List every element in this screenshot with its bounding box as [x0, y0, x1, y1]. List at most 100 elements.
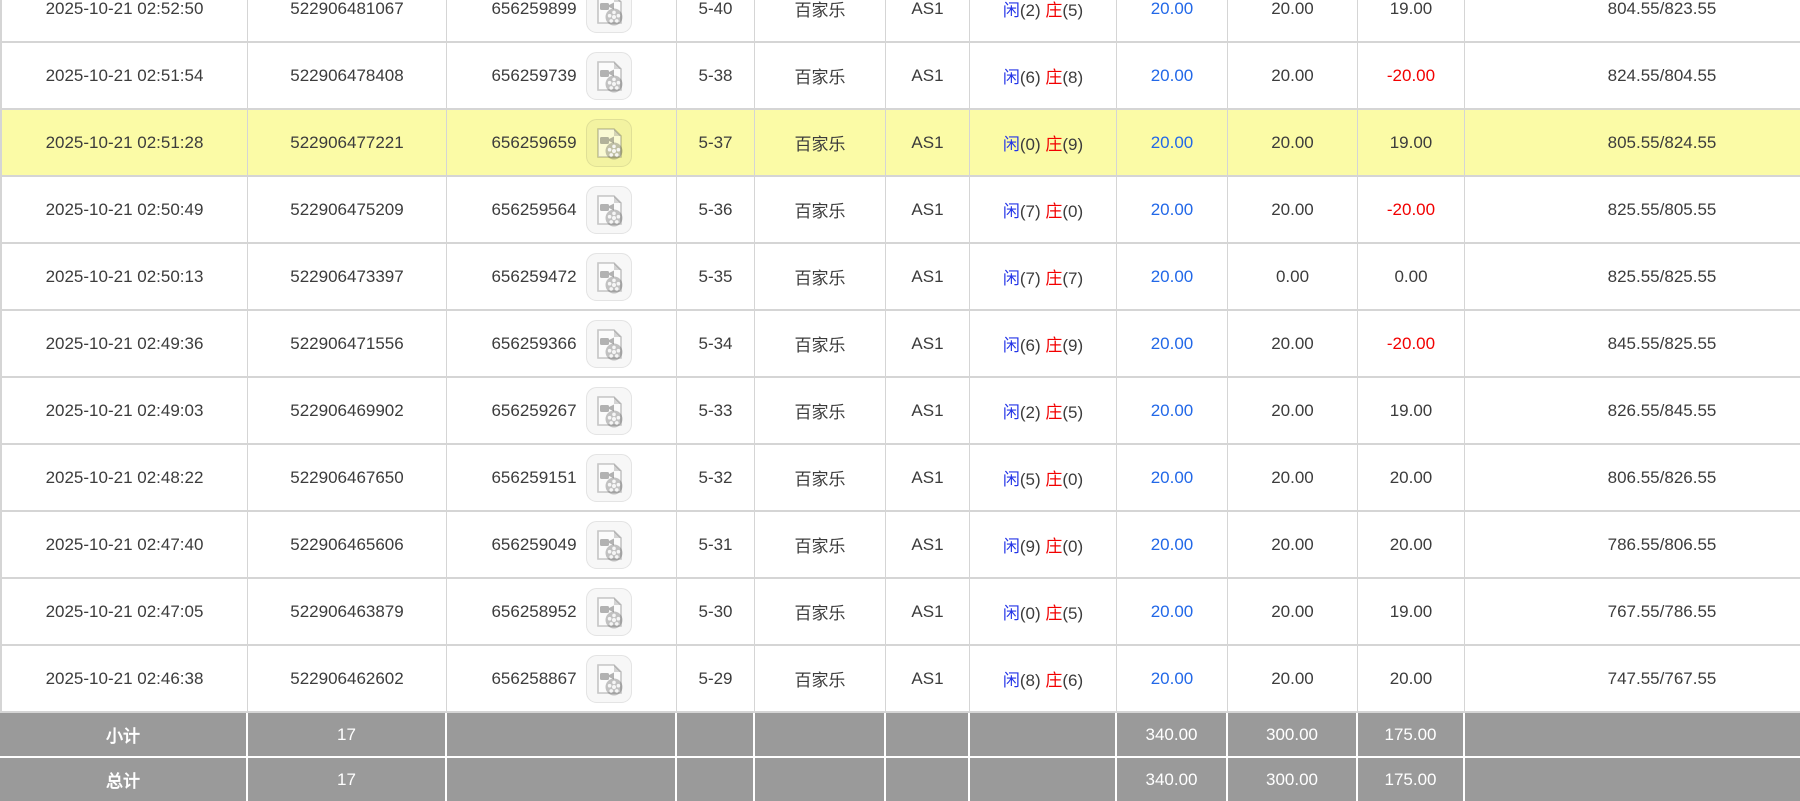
game-name-cell: 百家乐 — [755, 177, 886, 244]
game-name-cell: 百家乐 — [755, 43, 886, 110]
balance-text: 845.55/825.55 — [1607, 333, 1717, 353]
platform-cell: AS1 — [886, 177, 970, 244]
platform-text: AS1 — [911, 668, 944, 688]
time-cell: 2025-10-21 02:49:03 — [0, 378, 248, 445]
round-id-text: 656259366 — [491, 333, 577, 353]
result-cell: 闲(8) 庄(6) — [970, 646, 1117, 713]
platform-cell: AS1 — [886, 445, 970, 512]
order-id-text: 522906463879 — [290, 601, 404, 621]
win-loss-cell: 20.00 — [1358, 445, 1465, 512]
balance-text: 824.55/804.55 — [1607, 65, 1717, 85]
bet-amount-text: 20.00 — [1150, 467, 1194, 487]
bet-record-row[interactable]: 2025-10-21 02:51:54 522906478408 656259739… — [0, 43, 1800, 110]
win-loss-text: 20.00 — [1389, 668, 1433, 688]
video-replay-button[interactable] — [585, 386, 632, 435]
valid-amount-text: 0.00 — [1275, 266, 1310, 286]
video-file-icon — [585, 319, 632, 368]
bet-record-row[interactable]: 2025-10-21 02:47:05 522906463879 656258952… — [0, 579, 1800, 646]
bet-amount-cell: 20.00 — [1117, 311, 1228, 378]
video-replay-button[interactable] — [585, 520, 632, 569]
banker-result-label: 庄 — [1045, 336, 1063, 355]
summary-label-cell: 小计 — [0, 713, 248, 758]
bet-amount-cell: 20.00 — [1117, 0, 1228, 43]
banker-result-points: (0) — [1062, 470, 1084, 489]
video-replay-button[interactable] — [585, 51, 632, 100]
summary-label-text: 小计 — [106, 727, 140, 746]
round-id-cell: 656259366 — [447, 311, 677, 378]
video-replay-button[interactable] — [585, 587, 632, 636]
order-id-cell: 522906471556 — [248, 311, 447, 378]
bet-record-row[interactable]: 2025-10-21 02:48:22 522906467650 656259151… — [0, 445, 1800, 512]
bet-amount-cell: 20.00 — [1117, 110, 1228, 177]
platform-text: AS1 — [911, 266, 944, 286]
bet-record-row[interactable]: 2025-10-21 02:46:38 522906462602 656258867… — [0, 646, 1800, 713]
video-replay-button[interactable] — [585, 185, 632, 234]
table-number-cell: 5-40 — [677, 0, 755, 43]
video-replay-button[interactable] — [585, 0, 632, 33]
order-id-text: 522906473397 — [290, 266, 404, 286]
table-number-text: 5-30 — [698, 601, 733, 621]
round-id-text: 656259659 — [491, 132, 577, 152]
round-id-cell: 656258952 — [447, 579, 677, 646]
balance-text: 747.55/767.55 — [1607, 668, 1717, 688]
table-number-cell: 5-30 — [677, 579, 755, 646]
win-loss-cell: 19.00 — [1358, 0, 1465, 43]
table-number-cell: 5-31 — [677, 512, 755, 579]
round-id-cell: 656258867 — [447, 646, 677, 713]
player-result-label: 闲 — [1002, 336, 1020, 355]
bet-record-row[interactable]: 2025-10-21 02:49:03 522906469902 656259267… — [0, 378, 1800, 445]
valid-amount-cell: 20.00 — [1228, 43, 1358, 110]
summary-count-text: 17 — [337, 769, 356, 789]
bet-record-row[interactable]: 2025-10-21 02:50:13 522906473397 656259472… — [0, 244, 1800, 311]
valid-amount-text: 20.00 — [1271, 199, 1314, 219]
player-result-points: (5) — [1019, 470, 1041, 489]
player-result-points: (6) — [1019, 336, 1041, 355]
bet-record-row[interactable]: 2025-10-21 02:52:50 522906481067 656259899… — [0, 0, 1800, 43]
balance-text: 805.55/824.55 — [1607, 132, 1717, 152]
win-loss-cell: -20.00 — [1358, 311, 1465, 378]
table-number-cell: 5-32 — [677, 445, 755, 512]
bet-record-row[interactable]: 2025-10-21 02:49:36 522906471556 656259366… — [0, 311, 1800, 378]
player-result-points: (6) — [1019, 68, 1041, 87]
video-replay-button[interactable] — [585, 118, 632, 167]
bet-record-row[interactable]: 2025-10-21 02:50:49 522906475209 656259564… — [0, 177, 1800, 244]
player-result-points: (2) — [1019, 1, 1041, 20]
round-id-text: 656259564 — [491, 199, 577, 219]
player-result-points: (7) — [1019, 202, 1041, 221]
subtotal-row: 小计 17 340.00 300.00 175.00 — [0, 713, 1800, 758]
player-result-label: 闲 — [1002, 68, 1020, 87]
summary-empty-cell — [447, 758, 677, 801]
time-text: 2025-10-21 02:48:22 — [45, 467, 204, 487]
balance-text: 825.55/825.55 — [1607, 266, 1717, 286]
video-replay-button[interactable] — [585, 654, 632, 703]
summary-winloss-cell: 175.00 — [1358, 758, 1465, 801]
round-id-cell: 656259659 — [447, 110, 677, 177]
summary-label-cell: 总计 — [0, 758, 248, 801]
order-id-text: 522906475209 — [290, 199, 404, 219]
video-replay-button[interactable] — [585, 453, 632, 502]
order-id-cell: 522906463879 — [248, 579, 447, 646]
balance-cell: 804.55/823.55 — [1465, 0, 1800, 43]
result-cell: 闲(0) 庄(9) — [970, 110, 1117, 177]
bet-record-row[interactable]: 2025-10-21 02:47:40 522906465606 656259049… — [0, 512, 1800, 579]
time-text: 2025-10-21 02:50:13 — [45, 266, 204, 286]
valid-amount-cell: 20.00 — [1228, 512, 1358, 579]
order-id-cell: 522906481067 — [248, 0, 447, 43]
video-file-icon — [585, 587, 632, 636]
video-replay-button[interactable] — [585, 252, 632, 301]
total-row: 总计 17 340.00 300.00 175.00 — [0, 758, 1800, 801]
platform-text: AS1 — [911, 199, 944, 219]
win-loss-cell: 19.00 — [1358, 378, 1465, 445]
player-result-label: 闲 — [1002, 1, 1020, 20]
platform-text: AS1 — [911, 132, 944, 152]
platform-cell: AS1 — [886, 0, 970, 43]
video-replay-button[interactable] — [585, 319, 632, 368]
bet-record-row[interactable]: 2025-10-21 02:51:28 522906477221 656259659… — [0, 110, 1800, 177]
table-number-text: 5-31 — [698, 534, 733, 554]
valid-amount-cell: 20.00 — [1228, 110, 1358, 177]
table-number-cell: 5-37 — [677, 110, 755, 177]
round-id-text: 656259049 — [491, 534, 577, 554]
time-text: 2025-10-21 02:47:40 — [45, 534, 204, 554]
game-name-text: 百家乐 — [794, 470, 846, 489]
bet-amount-text: 20.00 — [1150, 65, 1194, 85]
